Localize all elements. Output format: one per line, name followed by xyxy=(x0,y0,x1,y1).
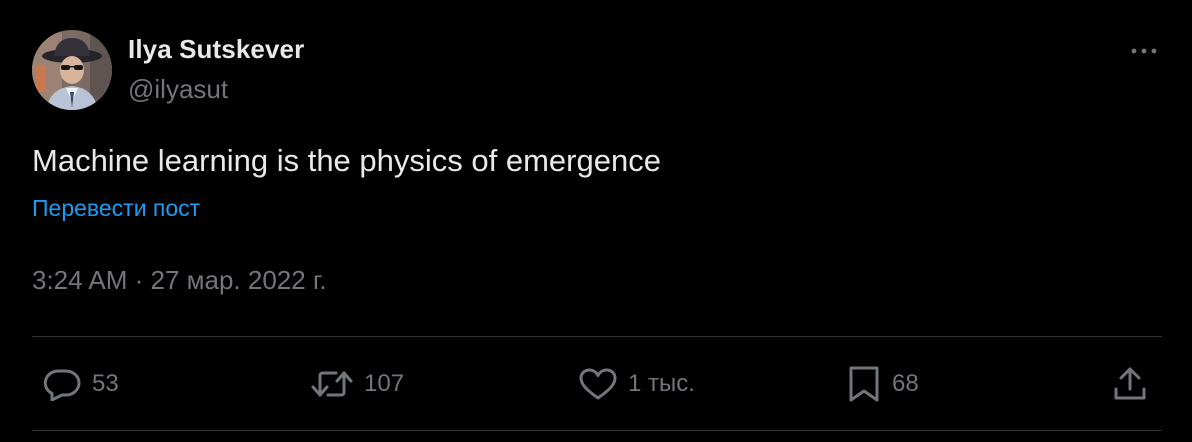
reply-icon xyxy=(43,369,81,401)
reply-count: 53 xyxy=(92,370,119,397)
retweet-button[interactable]: 107 xyxy=(310,364,404,404)
bookmark-button[interactable]: 68 xyxy=(846,364,919,404)
like-button[interactable]: 1 тыс. xyxy=(578,364,695,404)
retweet-icon xyxy=(311,371,353,397)
more-options-button[interactable] xyxy=(1124,36,1164,66)
translate-post-link[interactable]: Перевести пост xyxy=(32,195,200,222)
bookmark-icon xyxy=(849,366,879,402)
avatar-image xyxy=(32,30,112,110)
more-dots-icon xyxy=(1131,48,1157,54)
tweet-text: Machine learning is the physics of emerg… xyxy=(32,143,661,178)
author-handle[interactable]: @ilyasut xyxy=(128,74,228,105)
divider-top xyxy=(32,336,1162,337)
author-display-name[interactable]: Ilya Sutskever xyxy=(128,34,304,65)
bookmark-count: 68 xyxy=(892,370,919,397)
reply-button[interactable]: 53 xyxy=(42,364,119,404)
avatar[interactable] xyxy=(32,30,112,110)
retweet-count: 107 xyxy=(364,370,405,397)
like-count: 1 тыс. xyxy=(628,370,695,397)
heart-icon xyxy=(579,368,617,400)
divider-bottom xyxy=(32,430,1162,431)
share-button[interactable] xyxy=(1112,364,1148,404)
tweet-timestamp[interactable]: 3:24 AM · 27 мар. 2022 г. xyxy=(32,265,326,296)
share-icon xyxy=(1114,367,1146,400)
